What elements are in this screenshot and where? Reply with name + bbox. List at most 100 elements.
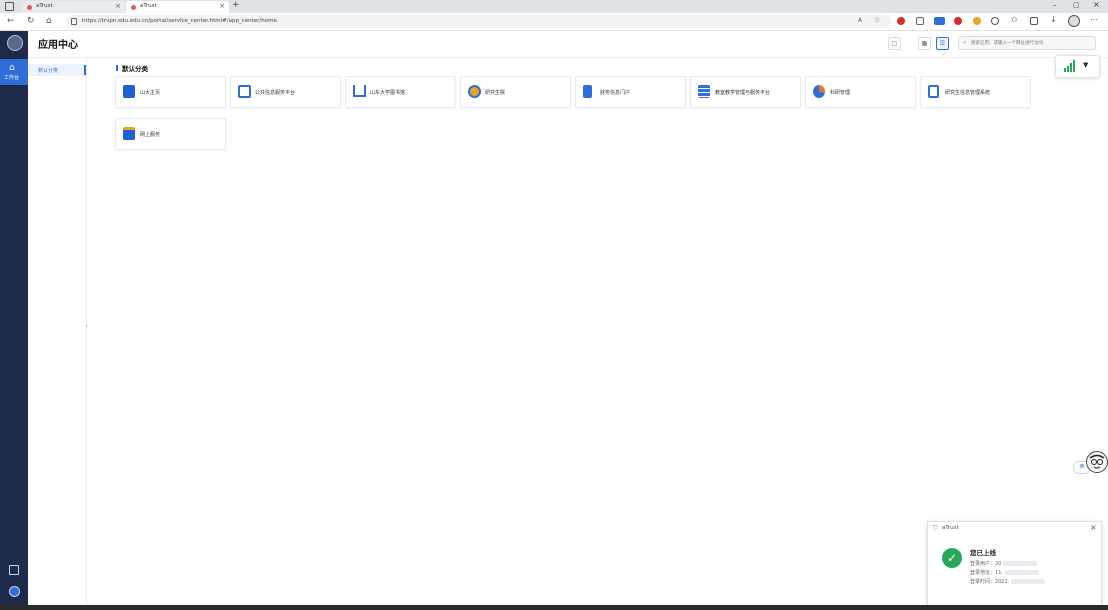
- browser-tab-1[interactable]: aTrust ×: [22, 1, 125, 13]
- extension-pinterest-icon[interactable]: [954, 17, 962, 25]
- extension-grid-icon[interactable]: [916, 17, 924, 25]
- profile-avatar-icon[interactable]: [1068, 15, 1080, 27]
- graduate-icon: [468, 85, 481, 98]
- notification-app-name: aTrust: [942, 525, 959, 531]
- network-status-widget[interactable]: ▼: [1055, 55, 1100, 78]
- app-card[interactable]: 财务信息门户: [575, 76, 686, 108]
- collapse-panel-chevron-icon[interactable]: ‹: [85, 322, 91, 334]
- sidebar-item-workbench[interactable]: ⌂ 工作台: [0, 59, 28, 85]
- tab-actions-icon[interactable]: [5, 2, 14, 11]
- pie-chart-icon: [813, 85, 825, 98]
- app-card-label: 网上服务: [140, 132, 161, 138]
- app-card[interactable]: 研究生院: [460, 76, 571, 108]
- browser-tab-bar: aTrust × aTrust × + – ▢ ×: [0, 0, 1108, 13]
- signal-bars-icon: [1064, 60, 1076, 72]
- tab-title: aTrust: [140, 3, 157, 9]
- extension-red-icon[interactable]: [897, 17, 905, 25]
- extension-shield-icon[interactable]: [973, 17, 981, 25]
- login-address-value: 11.: [995, 570, 1003, 576]
- collections-icon[interactable]: [1030, 17, 1038, 25]
- maximize-button[interactable]: ▢: [1073, 1, 1080, 9]
- app-card[interactable]: 公共信息服务平台: [230, 76, 341, 108]
- login-address-row: 登录地址：11.: [970, 569, 1039, 576]
- header-divider: [28, 57, 1108, 58]
- lock-icon: [71, 18, 77, 25]
- chevron-down-icon[interactable]: ▼: [1083, 61, 1088, 69]
- minimize-button[interactable]: –: [1053, 1, 1057, 9]
- more-menu-icon[interactable]: ⋯: [1090, 15, 1098, 24]
- address-bar[interactable]: https://trvpn.sdu.edu.cn/portal/service_…: [66, 15, 892, 28]
- assistant-avatar-icon[interactable]: [1086, 451, 1108, 473]
- app-card[interactable]: 科研管理: [805, 76, 916, 108]
- home-nav-icon[interactable]: ⌂: [46, 16, 52, 26]
- window-close-button[interactable]: ×: [1093, 0, 1100, 9]
- app-card[interactable]: 网上服务: [115, 118, 226, 150]
- grid-view-icon: ▦: [921, 40, 928, 47]
- category-active-indicator: [84, 65, 86, 75]
- app-card[interactable]: 山东大学图书馆: [345, 76, 456, 108]
- tab-favicon-icon: [27, 5, 32, 10]
- notification-heading: 您已上线: [970, 549, 996, 557]
- app-card-label: 公共信息服务平台: [255, 90, 296, 96]
- browser-tab-2[interactable]: aTrust ×: [126, 1, 229, 13]
- os-taskbar: [0, 605, 1108, 610]
- book-icon: [353, 85, 366, 97]
- download-icon[interactable]: ↓: [1050, 15, 1057, 24]
- tab-close-icon[interactable]: ×: [219, 2, 225, 10]
- app-card-label: 科研管理: [830, 90, 851, 96]
- tablet-icon: [928, 85, 939, 98]
- login-time-value: 2022.: [995, 579, 1010, 585]
- url-text: https://trvpn.sdu.edu.cn/portal/service_…: [82, 18, 277, 24]
- favorite-star-icon[interactable]: ☆: [874, 16, 880, 24]
- check-circle-icon: ✓: [942, 548, 962, 568]
- refresh-button[interactable]: ▢: [888, 37, 901, 50]
- category-panel: 默认分类: [28, 58, 87, 607]
- login-user-row: 登录用户：20: [970, 560, 1038, 567]
- login-time-row: 登录时间：2022.: [970, 578, 1046, 585]
- search-input[interactable]: [971, 38, 1091, 48]
- category-label: 默认分类: [38, 68, 59, 74]
- app-card-label: 山大主页: [140, 90, 161, 96]
- login-address-label: 登录地址：: [970, 570, 996, 576]
- grid-view-button[interactable]: ▦: [918, 37, 931, 50]
- list-view-icon: ☰: [939, 40, 946, 47]
- reload-icon[interactable]: ↻: [27, 16, 35, 26]
- sidebar-item-label: 工作台: [4, 75, 20, 81]
- back-arrow-icon[interactable]: ←: [7, 16, 15, 26]
- section-title: 默认分类: [122, 65, 148, 73]
- read-aloud-icon[interactable]: A: [858, 17, 862, 24]
- app-card-label: 研究生信息管理系统: [945, 90, 991, 96]
- search-icon: ⌕: [963, 39, 967, 46]
- sidebar: ⌂ 工作台: [0, 31, 28, 607]
- building-icon: [123, 85, 135, 98]
- tab-title: aTrust: [36, 3, 53, 9]
- list-view-button[interactable]: ☰: [936, 37, 949, 50]
- redacted-block: [1003, 561, 1038, 566]
- login-user-value: 20: [995, 561, 1002, 567]
- university-logo: [7, 35, 23, 51]
- app-card[interactable]: 研究生信息管理系统: [920, 76, 1031, 108]
- extension-g-icon[interactable]: [991, 17, 999, 25]
- user-account-icon[interactable]: [9, 586, 20, 597]
- atrust-shield-icon: ⛉: [933, 525, 938, 532]
- server-icon: [698, 85, 710, 98]
- notification-close-icon[interactable]: ×: [1090, 523, 1097, 532]
- app-card[interactable]: 教室教学管理与服务平台: [690, 76, 801, 108]
- new-tab-button[interactable]: +: [232, 0, 240, 10]
- login-time-label: 登录时间：: [970, 579, 996, 585]
- app-card[interactable]: 山大主页: [115, 76, 226, 108]
- app-search-box: ⌕: [958, 36, 1096, 50]
- tab-close-icon[interactable]: ×: [115, 2, 121, 10]
- page-title: 应用中心: [38, 40, 78, 51]
- browser-toolbar: ← ↻ ⌂ https://trvpn.sdu.edu.cn/portal/se…: [0, 13, 1108, 31]
- refresh-icon: ▢: [891, 40, 898, 47]
- category-item-default[interactable]: 默认分类: [28, 64, 86, 76]
- home-icon: ⌂: [9, 63, 15, 73]
- favorites-icon[interactable]: ✩: [1011, 15, 1018, 24]
- extension-blue-icon[interactable]: [934, 17, 945, 25]
- login-user-label: 登录用户：: [970, 561, 996, 567]
- download-client-icon[interactable]: [9, 565, 19, 575]
- login-notification: ⛉ aTrust × ✓ 您已上线 登录用户：20 登录地址：11. 登录时间：…: [927, 521, 1102, 607]
- info-screen-icon: [238, 85, 251, 98]
- tab-favicon-icon: [131, 5, 136, 10]
